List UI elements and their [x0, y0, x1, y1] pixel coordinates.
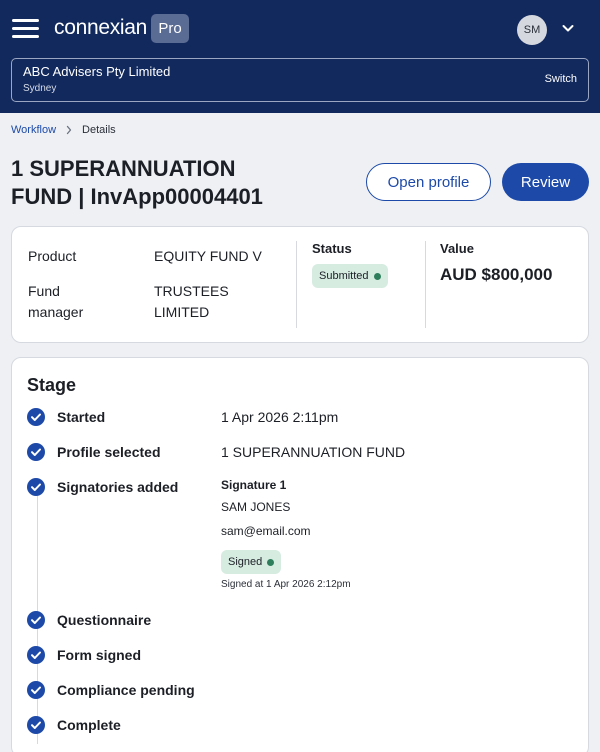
- signed-timestamp: Signed at 1 Apr 2026 2:12pm: [221, 579, 351, 590]
- step-profile-value: 1 SUPERANNUATION FUND: [221, 444, 406, 460]
- review-button[interactable]: Review: [502, 163, 589, 201]
- top-header: connexian Pro SM ABC Advisers Pty Limite…: [0, 0, 600, 113]
- chevron-right-icon: [66, 125, 72, 135]
- step-label: Profile selected: [57, 444, 161, 460]
- fund-manager-value: TRUSTEES LIMITED: [154, 281, 229, 323]
- breadcrumb-workflow-link[interactable]: Workflow: [11, 124, 56, 136]
- check-circle-icon: [27, 408, 45, 426]
- status-badge-text: Submitted: [319, 270, 369, 282]
- page-title: 1 SUPERANNUATION FUND | InvApp00004401: [11, 155, 341, 211]
- step-label: Signatories added: [57, 479, 179, 495]
- brand-logo: connexian: [54, 16, 148, 39]
- fund-manager-value-line-2: LIMITED: [154, 304, 210, 320]
- check-circle-icon: [27, 478, 45, 496]
- fund-manager-label-line-2: manager: [28, 304, 84, 320]
- status-label: Status: [312, 241, 352, 256]
- user-avatar[interactable]: SM: [517, 15, 547, 45]
- signatory-heading: Signature 1: [221, 478, 287, 492]
- organisation-location: Sydney: [23, 83, 57, 94]
- step-label: Complete: [57, 717, 121, 733]
- organisation-switcher[interactable]: ABC Advisers Pty Limited Sydney Switch: [11, 58, 589, 102]
- check-circle-icon: [27, 716, 45, 734]
- page-title-line-2: FUND | InvApp00004401: [11, 184, 263, 209]
- open-profile-button[interactable]: Open profile: [366, 163, 491, 201]
- check-circle-icon: [27, 646, 45, 664]
- step-label: Started: [57, 409, 106, 425]
- breadcrumb: Workflow Details: [11, 124, 116, 136]
- signatory-email: sam@email.com: [221, 524, 311, 538]
- status-dot-icon: [373, 272, 381, 280]
- value-amount: AUD $800,000: [440, 265, 553, 284]
- step-label: Form signed: [57, 647, 142, 663]
- stage-card: Stage Started 1 Apr 2026 2:11pm Profile …: [11, 357, 589, 752]
- status-badge: Submitted: [312, 264, 388, 288]
- hamburger-menu-icon[interactable]: [12, 18, 39, 38]
- step-label: Questionnaire: [57, 612, 152, 628]
- page-title-line-1: 1 SUPERANNUATION: [11, 156, 236, 181]
- signed-badge-text: Signed: [228, 556, 263, 568]
- value-label: Value: [440, 241, 474, 256]
- step-label: Compliance pending: [57, 682, 195, 698]
- application-summary-card: Product EQUITY FUND V Fund manager TRUST…: [11, 226, 589, 343]
- organisation-name: ABC Advisers Pty Limited: [23, 64, 171, 79]
- fund-manager-label-line-1: Fund: [28, 283, 60, 299]
- divider: [296, 241, 297, 328]
- product-value: EQUITY FUND V: [154, 248, 262, 264]
- switch-organisation-link[interactable]: Switch: [545, 73, 577, 85]
- signatory-name: SAM JONES: [221, 500, 291, 514]
- chevron-down-icon[interactable]: [560, 20, 576, 36]
- divider: [425, 241, 426, 328]
- step-started-value: 1 Apr 2026 2:11pm: [221, 409, 339, 425]
- fund-manager-value-line-1: TRUSTEES: [154, 283, 229, 299]
- signed-badge: Signed: [221, 550, 282, 574]
- fund-manager-label: Fund manager: [28, 281, 83, 323]
- stage-title: Stage: [27, 375, 77, 395]
- check-circle-icon: [27, 611, 45, 629]
- pro-badge: Pro: [151, 14, 189, 43]
- product-label: Product: [28, 248, 77, 264]
- check-circle-icon: [27, 681, 45, 699]
- check-circle-icon: [27, 443, 45, 461]
- breadcrumb-current: Details: [82, 124, 116, 136]
- status-dot-icon: [267, 558, 275, 566]
